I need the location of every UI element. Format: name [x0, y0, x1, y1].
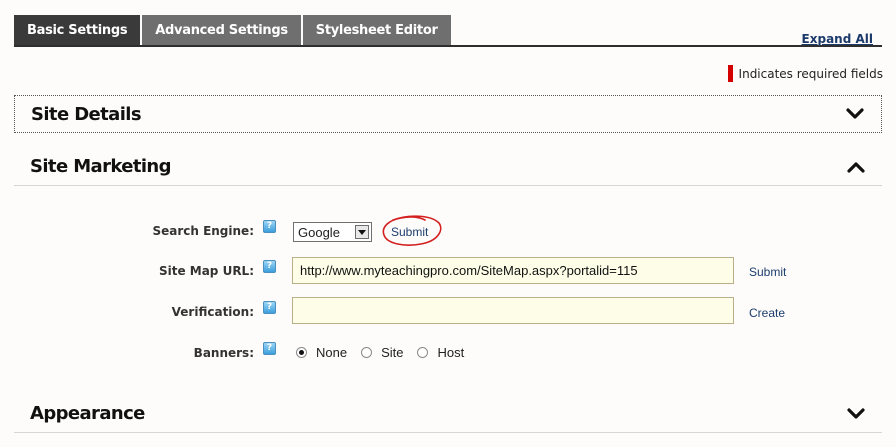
chevron-down-icon[interactable] [841, 104, 869, 124]
verification-input[interactable] [292, 297, 734, 324]
dropdown-arrow-icon[interactable] [355, 225, 369, 239]
banner-option-host[interactable]: Host [417, 345, 464, 360]
section-title: Site Details [31, 103, 142, 125]
section-appearance-header[interactable]: Appearance [14, 395, 882, 433]
radio-button[interactable] [296, 347, 307, 358]
sitemap-url-row: Site Map URL: ? http://www.myteachingpro… [0, 257, 896, 285]
help-icon[interactable]: ? [263, 342, 276, 355]
tab-underline [14, 45, 882, 47]
required-fields-note: Indicates required fields [727, 65, 883, 82]
banners-radio-group: None Site Host [296, 345, 478, 360]
search-engine-select[interactable]: Google [293, 222, 372, 242]
section-site-details-header[interactable]: Site Details [14, 95, 882, 133]
section-title: Site Marketing [30, 156, 172, 177]
help-icon[interactable]: ? [263, 301, 276, 314]
section-site-marketing-header[interactable]: Site Marketing [14, 148, 882, 186]
search-engine-label: Search Engine: [152, 224, 254, 238]
required-note-text: Indicates required fields [738, 66, 883, 81]
verification-label: Verification: [171, 305, 254, 319]
section-title: Appearance [30, 403, 145, 424]
verification-row: Verification: ? Create [0, 297, 896, 326]
required-indicator [727, 65, 733, 82]
search-engine-row: Search Engine: ? Google Submit [0, 219, 896, 245]
red-annotation-circle [382, 215, 442, 246]
banners-label: Banners: [193, 346, 254, 360]
sitemap-url-label: Site Map URL: [158, 264, 254, 278]
chevron-up-icon[interactable] [842, 157, 870, 177]
help-icon[interactable]: ? [263, 220, 276, 233]
banner-option-none[interactable]: None [296, 345, 347, 360]
radio-label: None [316, 345, 348, 360]
banners-row: Banners: ? None Site Host [0, 341, 896, 367]
verification-create-link[interactable]: Create [749, 306, 785, 320]
tab-basic-settings[interactable]: Basic Settings [14, 15, 141, 46]
radio-button[interactable] [417, 347, 429, 358]
chevron-down-icon[interactable] [842, 404, 870, 424]
sitemap-url-input[interactable]: http://www.myteachingpro.com/SiteMap.asp… [292, 257, 734, 284]
tab-stylesheet-editor[interactable]: Stylesheet Editor [302, 15, 451, 46]
settings-tabs: Basic Settings Advanced Settings Stylesh… [14, 15, 453, 46]
search-engine-value: Google [298, 224, 340, 240]
expand-all-link[interactable]: Expand All [802, 32, 873, 46]
banner-option-site[interactable]: Site [361, 345, 403, 360]
radio-button[interactable] [361, 347, 373, 358]
sitemap-submit-link[interactable]: Submit [749, 265, 786, 279]
tab-advanced-settings[interactable]: Advanced Settings [142, 15, 301, 46]
radio-label: Host [437, 345, 465, 360]
radio-label: Site [381, 345, 404, 360]
help-icon[interactable]: ? [263, 260, 276, 273]
